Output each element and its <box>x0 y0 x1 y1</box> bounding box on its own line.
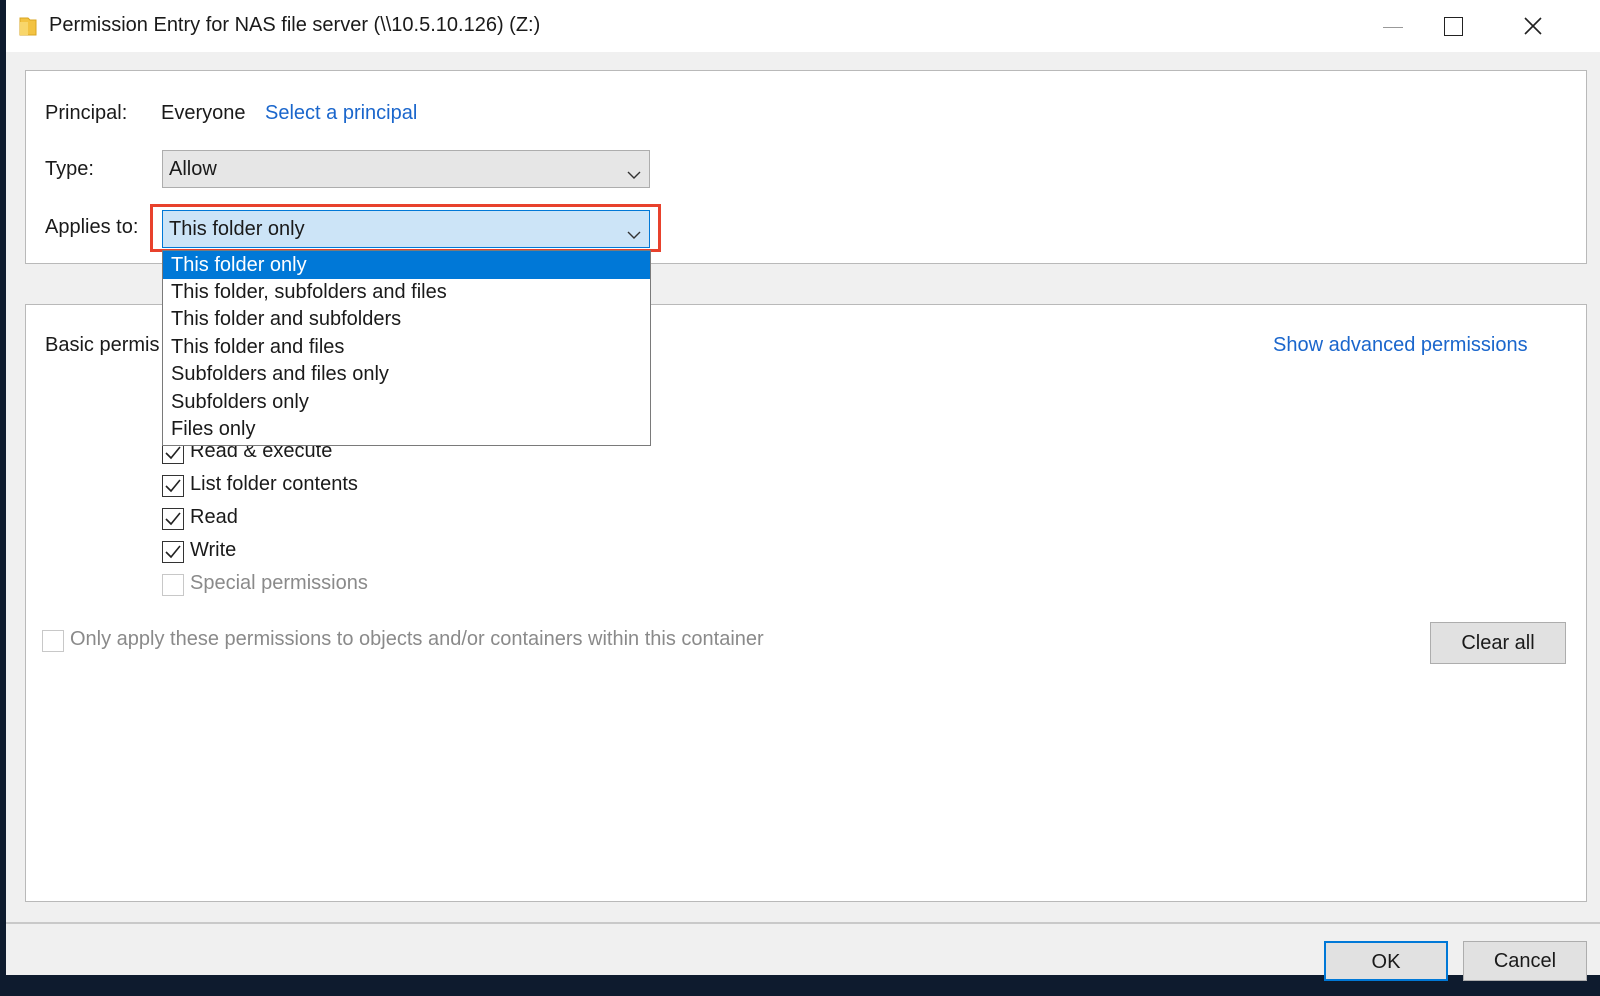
checkbox-label: Only apply these permissions to objects … <box>70 628 764 650</box>
dropdown-option-this-folder-files[interactable]: This folder and files <box>163 333 650 361</box>
checkbox-label: Read <box>190 506 238 528</box>
maximize-icon[interactable] <box>1433 10 1473 44</box>
dropdown-option-subfolders-files-only[interactable]: Subfolders and files only <box>163 360 650 388</box>
applies-to-select-value: This folder only <box>169 218 305 240</box>
checkbox-label: Write <box>190 539 237 561</box>
dropdown-option-this-folder-subfolders[interactable]: This folder and subfolders <box>163 305 650 333</box>
dropdown-option-this-folder-subfolders-files[interactable]: This folder, subfolders and files <box>163 278 650 306</box>
folder-icon <box>19 16 37 36</box>
title-bar: Permission Entry for NAS file server (\\… <box>6 0 1600 52</box>
applies-to-dropdown-list: This folder only This folder, subfolders… <box>162 250 651 446</box>
type-label: Type: <box>45 158 94 180</box>
basic-permissions-label: Basic permis <box>45 334 160 356</box>
minimize-icon[interactable] <box>1373 10 1413 44</box>
type-select[interactable]: Allow <box>162 150 650 188</box>
checkbox-box <box>162 574 184 596</box>
checkbox-box[interactable] <box>162 508 184 530</box>
clear-all-button[interactable]: Clear all <box>1430 622 1566 664</box>
show-advanced-permissions-link[interactable]: Show advanced permissions <box>1273 334 1528 357</box>
dropdown-option-subfolders-only[interactable]: Subfolders only <box>163 388 650 416</box>
applies-to-label: Applies to: <box>45 216 139 238</box>
footer-divider <box>6 922 1600 924</box>
ok-button[interactable]: OK <box>1324 941 1448 981</box>
applies-to-select[interactable]: This folder only <box>162 210 650 248</box>
checkbox-box <box>42 630 64 652</box>
select-principal-link[interactable]: Select a principal <box>265 102 417 125</box>
permission-entry-dialog: Permission Entry for NAS file server (\\… <box>6 0 1600 981</box>
checkbox-label: Special permissions <box>190 572 368 594</box>
checkbox-label: List folder contents <box>190 473 358 495</box>
type-select-value: Allow <box>169 158 217 180</box>
principal-label: Principal: <box>45 102 128 124</box>
chevron-down-icon <box>627 163 641 186</box>
checkbox-box[interactable] <box>162 475 184 497</box>
chevron-down-icon <box>627 223 641 246</box>
window-title: Permission Entry for NAS file server (\\… <box>49 14 541 36</box>
dropdown-option-files-only[interactable]: Files only <box>163 415 650 443</box>
dropdown-option-this-folder-only[interactable]: This folder only <box>163 251 650 279</box>
checkbox-box[interactable] <box>162 541 184 563</box>
close-icon[interactable] <box>1513 10 1553 44</box>
cancel-button[interactable]: Cancel <box>1463 941 1587 981</box>
principal-value: Everyone <box>161 102 246 124</box>
